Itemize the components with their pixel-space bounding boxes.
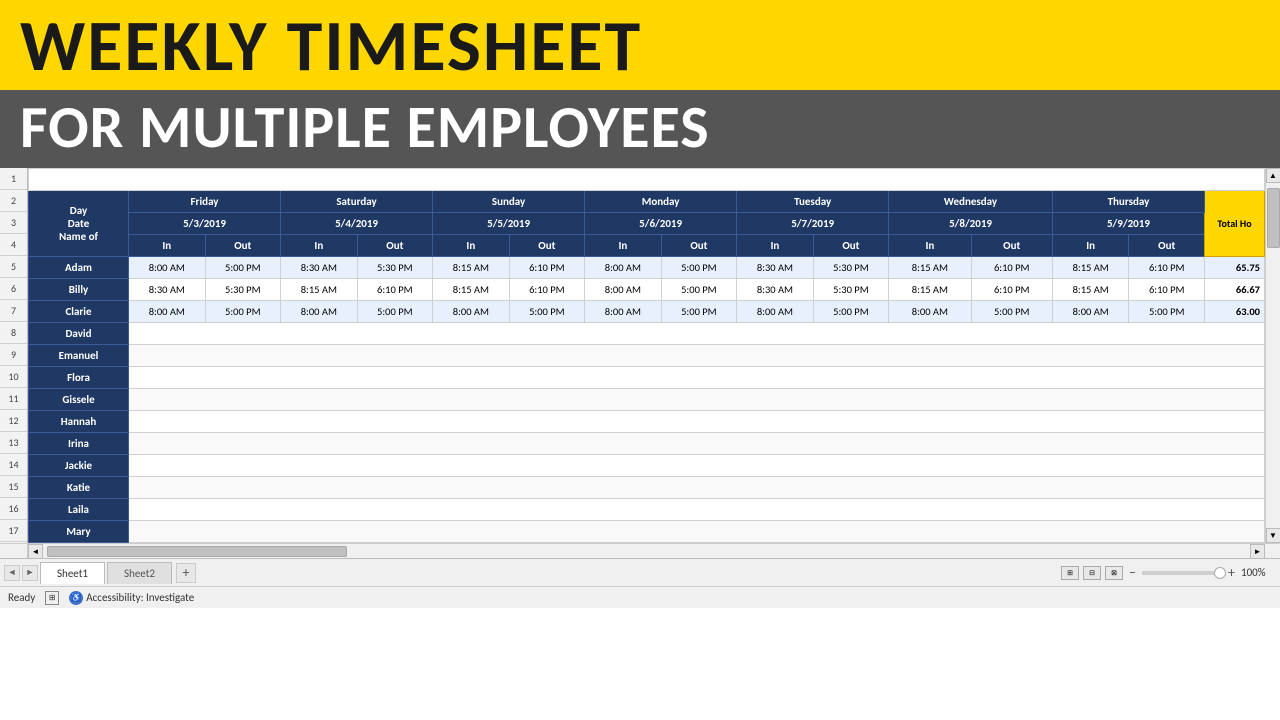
wed-date: 5/8/2019 — [889, 213, 1053, 235]
main-title: WEEKLY TIMESHEET — [20, 10, 1260, 82]
employee-name-billy: Billy — [29, 279, 129, 301]
thu-in-header: In — [1052, 235, 1129, 257]
sat-out-header: Out — [357, 235, 432, 257]
tue-in-header: In — [737, 235, 814, 257]
title-banner: WEEKLY TIMESHEET — [0, 0, 1280, 90]
employee-row-billy[interactable]: Billy 8:30 AM 5:30 PM 8:15 AM 6:10 PM 8:… — [29, 279, 1265, 301]
employee-row-emanuel[interactable]: Emanuel — [29, 345, 1265, 367]
sunday-header: Sunday — [433, 191, 585, 213]
horizontal-scroll-thumb[interactable] — [47, 546, 347, 557]
sun-out-header: Out — [509, 235, 584, 257]
employee-name-flora: Flora — [29, 367, 129, 389]
ready-status: Ready — [8, 591, 35, 604]
employee-name-hannah: Hannah — [29, 411, 129, 433]
tue-date: 5/7/2019 — [737, 213, 889, 235]
friday-header: Friday — [129, 191, 281, 213]
employee-row-irina[interactable]: Irina — [29, 433, 1265, 455]
tue-out-header: Out — [813, 235, 888, 257]
zoom-out-button[interactable]: − — [1127, 564, 1138, 581]
employee-name-jackie: Jackie — [29, 455, 129, 477]
table-row — [29, 169, 1265, 191]
horizontal-scroll-track[interactable] — [43, 544, 1250, 559]
mon-in-header: In — [585, 235, 662, 257]
thu-date: 5/9/2019 — [1052, 213, 1204, 235]
header-row-day: Day Date Name of Friday Saturday Sunday … — [29, 191, 1265, 213]
employee-row-flora[interactable]: Flora — [29, 367, 1265, 389]
employee-row-david[interactable]: David — [29, 323, 1265, 345]
employee-row-hannah[interactable]: Hannah — [29, 411, 1265, 433]
vertical-scrollbar[interactable]: ▲ ▼ — [1265, 168, 1280, 543]
fri-date: 5/3/2019 — [129, 213, 281, 235]
employee-row-mary[interactable]: Mary — [29, 521, 1265, 543]
accessibility-text: Accessibility: Investigate — [86, 591, 194, 604]
spreadsheet-grid[interactable]: Day Date Name of Friday Saturday Sunday … — [28, 168, 1265, 543]
page-break-icon[interactable]: ⊠ — [1105, 566, 1123, 580]
row-numbers: 1 2 3 4 5 6 7 8 9 10 11 12 13 14 15 16 1… — [0, 168, 28, 543]
employee-name-clarie: Clarie — [29, 301, 129, 323]
accessibility-icon[interactable]: ♿ Accessibility: Investigate — [69, 591, 194, 605]
subtitle: FOR MULTIPLE EMPLOYEES — [20, 98, 1260, 158]
employee-name-david: David — [29, 323, 129, 345]
sun-in-header: In — [433, 235, 510, 257]
scroll-up-button[interactable]: ▲ — [1266, 168, 1280, 183]
scroll-right-button[interactable]: ► — [1250, 544, 1265, 559]
thursday-header: Thursday — [1052, 191, 1204, 213]
sat-date: 5/4/2019 — [281, 213, 433, 235]
tab-bar: ◄ ► Sheet1 Sheet2 + ⊞ ⊟ ⊠ − + 100% — [0, 558, 1280, 586]
employee-name-laila: Laila — [29, 499, 129, 521]
sheet-tab-sheet1[interactable]: Sheet1 — [40, 562, 105, 584]
employee-name-emanuel: Emanuel — [29, 345, 129, 367]
employee-name-mary: Mary — [29, 521, 129, 543]
wednesday-header: Wednesday — [889, 191, 1053, 213]
scroll-thumb[interactable] — [1267, 188, 1280, 248]
fri-out-header: Out — [205, 235, 280, 257]
zoom-in-button[interactable]: + — [1226, 564, 1237, 581]
employee-row-gissele[interactable]: Gissele — [29, 389, 1265, 411]
employee-name-katie: Katie — [29, 477, 129, 499]
employee-row-jackie[interactable]: Jackie — [29, 455, 1265, 477]
monday-header: Monday — [585, 191, 737, 213]
mon-out-header: Out — [661, 235, 736, 257]
saturday-header: Saturday — [281, 191, 433, 213]
employee-row-clarie[interactable]: Clarie 8:00 AM 5:00 PM 8:00 AM 5:00 PM 8… — [29, 301, 1265, 323]
employee-name-gissele: Gissele — [29, 389, 129, 411]
wed-out-header: Out — [971, 235, 1052, 257]
zoom-level: 100% — [1241, 566, 1276, 579]
status-bar: Ready ⊞ ♿ Accessibility: Investigate — [0, 586, 1280, 608]
employee-row-laila[interactable]: Laila — [29, 499, 1265, 521]
add-sheet-button[interactable]: + — [176, 563, 196, 583]
subtitle-banner: FOR MULTIPLE EMPLOYEES — [0, 90, 1280, 168]
employee-name-adam: Adam — [29, 257, 129, 279]
employee-row-katie[interactable]: Katie — [29, 477, 1265, 499]
sat-in-header: In — [281, 235, 358, 257]
employee-row-adam[interactable]: Adam 8:00 AM 5:00 PM 8:30 AM 5:30 PM 8:1… — [29, 257, 1265, 279]
cell-mode-icon: ⊞ — [45, 591, 59, 605]
tab-arrow-left[interactable]: ◄ — [4, 565, 20, 581]
page-layout-icon[interactable]: ⊟ — [1083, 566, 1101, 580]
employee-name-irina: Irina — [29, 433, 129, 455]
wed-in-header: In — [889, 235, 971, 257]
day-header: Day Date Name of — [29, 191, 129, 257]
sheet-tab-sheet2[interactable]: Sheet2 — [107, 562, 172, 584]
zoom-slider[interactable] — [1142, 571, 1222, 575]
tuesday-header: Tuesday — [737, 191, 889, 213]
mon-date: 5/6/2019 — [585, 213, 737, 235]
fri-in-header: In — [129, 235, 206, 257]
scroll-left-button[interactable]: ◄ — [28, 544, 43, 559]
tab-arrow-right[interactable]: ► — [22, 565, 38, 581]
sun-date: 5/5/2019 — [433, 213, 585, 235]
thu-out-header: Out — [1129, 235, 1205, 257]
scroll-down-button[interactable]: ▼ — [1266, 528, 1280, 543]
total-hours-header: Total Ho — [1205, 191, 1265, 257]
header-row-inout: In Out In Out In Out In Out In Out In Ou… — [29, 235, 1265, 257]
header-row-date: 5/3/2019 5/4/2019 5/5/2019 5/6/2019 5/7/… — [29, 213, 1265, 235]
normal-view-icon[interactable]: ⊞ — [1061, 566, 1079, 580]
